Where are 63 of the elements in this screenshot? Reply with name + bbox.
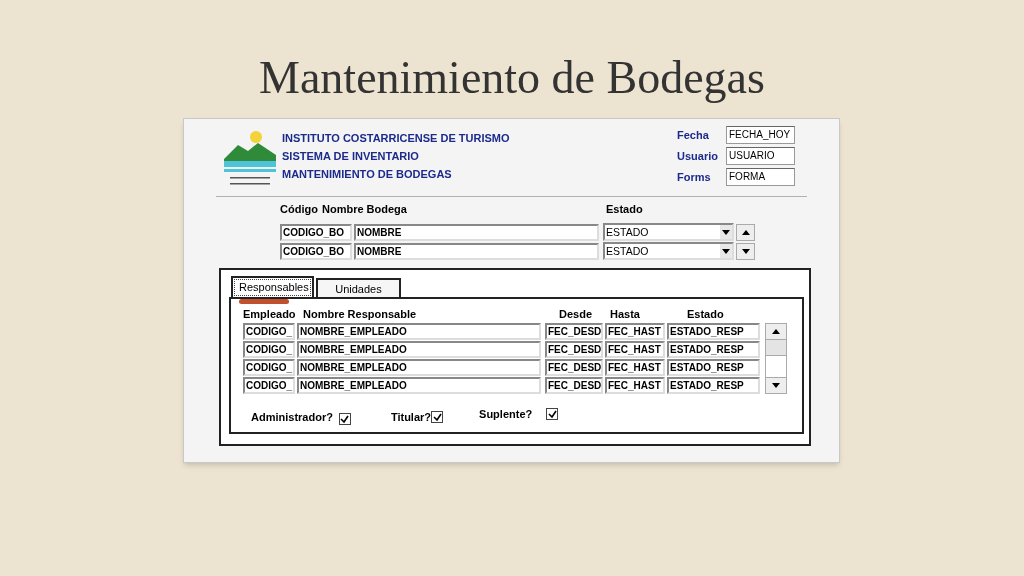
checkbox-label: Suplente? [479,407,533,422]
checkbox[interactable] [431,411,444,424]
column-header: Hasta [610,307,640,322]
column-header: Empleado [243,307,296,322]
input-field[interactable]: CODIGO_ [243,323,295,340]
input-field[interactable]: NOMBRE_EMPLEADO [297,323,541,340]
checkbox[interactable] [546,408,559,421]
input-field[interactable]: FEC_DESD [545,341,603,358]
header-text: SISTEMA DE INVENTARIO [282,150,420,163]
input-field[interactable]: NOMBRE_EMPLEADO [297,341,541,358]
scroll-down-button[interactable] [736,242,755,260]
input-field[interactable]: CODIGO_ [243,359,295,376]
field-label: Fecha [677,127,710,143]
input-field[interactable]: NOMBRE_EMPLEADO [297,377,541,394]
input-field[interactable]: USUARIO [726,147,795,165]
column-header: Estado [606,202,643,217]
scrollbar[interactable] [765,323,787,394]
checkbox-label: Titular? [390,410,432,425]
dropdown[interactable]: ESTADO [603,242,734,260]
input-field[interactable]: FEC_HAST [605,323,665,340]
column-header: Desde [559,307,593,322]
input-field[interactable]: ESTADO_RESP [667,377,760,394]
input-field[interactable]: FEC_HAST [605,359,665,376]
input-field[interactable]: NOMBRE_EMPLEADO [297,359,541,376]
input-field[interactable]: NOMBRE [354,223,599,241]
field-label: Forms [677,169,712,185]
caret-down-icon [722,248,730,254]
input-field[interactable]: FEC_DESD [545,323,603,340]
caret-down-icon [722,229,730,235]
field-label: Usuario [677,148,719,164]
input-field[interactable]: FEC_DESD [545,359,603,376]
input-field[interactable]: FORMA [726,168,795,186]
column-header: Código [280,202,318,217]
input-field[interactable]: FEC_HAST [605,341,665,358]
checkbox-label: Administrador? [251,410,333,425]
column-header: Estado [687,307,724,322]
caret-up-icon [741,229,750,235]
caret-down-icon[interactable] [772,383,780,388]
caret-down-icon [741,248,750,254]
header-text: MANTENIMIENTO DE BODEGAS [282,168,453,181]
dropdown[interactable]: ESTADO [603,223,734,241]
input-field[interactable]: CODIGO_BO [280,242,352,260]
column-header: Nombre Responsable [303,307,417,322]
tab[interactable]: Unidades [316,278,401,299]
slide-title: Mantenimiento de Bodegas [258,51,766,105]
input-field[interactable]: CODIGO_ [243,377,295,394]
checkbox[interactable] [338,413,351,426]
input-field[interactable]: FEC_HAST [605,377,665,394]
input-field[interactable]: ESTADO_RESP [667,323,760,340]
input-field[interactable]: FEC_DESD [545,377,603,394]
column-header: Nombre Bodega [322,202,407,217]
input-field[interactable]: ESTADO_RESP [667,359,760,376]
header-text: INSTITUTO COSTARRICENSE DE TURISMO [282,132,510,145]
input-field[interactable]: CODIGO_BO [280,223,352,241]
scroll-up-button[interactable] [736,223,755,241]
highlight-underline [239,299,289,304]
input-field[interactable]: ESTADO_RESP [667,341,760,358]
input-field[interactable]: NOMBRE [354,242,599,260]
input-field[interactable]: FECHA_HOY [726,126,795,144]
scroll-thumb[interactable] [766,340,786,356]
input-field[interactable]: CODIGO_ [243,341,295,358]
caret-up-icon[interactable] [772,329,780,334]
tab[interactable]: Responsables [231,276,314,299]
